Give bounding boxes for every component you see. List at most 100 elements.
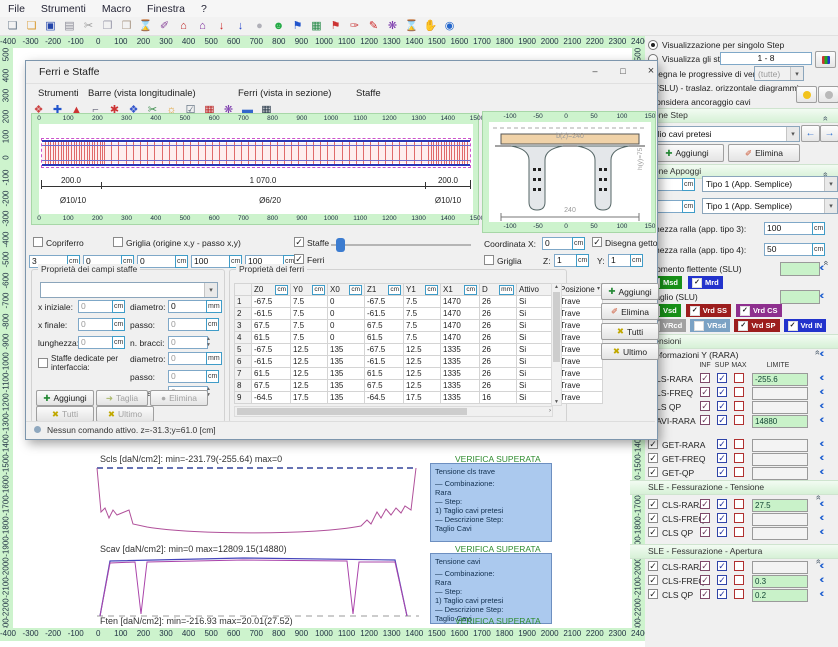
cell[interactable]: 12.5 xyxy=(291,368,328,380)
prev-icon[interactable]: ‹ xyxy=(819,512,825,525)
menu-finestra[interactable]: Finestra xyxy=(139,3,193,15)
cell[interactable]: 7.5 xyxy=(291,296,328,308)
table-row[interactable]: 1-67.57.50-67.57.5147026SiTrave xyxy=(235,296,603,308)
scroll-up-icon[interactable]: ▲ xyxy=(552,284,561,290)
limit-checkbox[interactable]: ✓ xyxy=(717,453,727,463)
appoggio1-type-select[interactable]: Tipo 1 (App. Semplice)▾ xyxy=(702,176,838,192)
limit-value-input[interactable] xyxy=(752,453,808,466)
staffe-tutti-button[interactable]: ✖Tutti xyxy=(36,406,94,422)
prev-icon[interactable]: ‹ xyxy=(819,372,825,385)
limit-checkbox[interactable]: ✓ xyxy=(700,387,710,397)
cell[interactable]: Trave xyxy=(558,308,603,320)
cell[interactable]: 1335 xyxy=(441,356,480,368)
ferri-tutti-button[interactable]: ✖Tutti xyxy=(601,323,659,340)
row-number[interactable]: 8 xyxy=(235,380,252,392)
cell[interactable]: Trave xyxy=(558,368,603,380)
staffe-aggiungi-button[interactable]: ✚Aggiungi xyxy=(36,390,94,406)
limit-checkbox[interactable]: ✓ xyxy=(717,387,727,397)
enable-checkbox[interactable]: ✓ xyxy=(648,467,658,477)
prev-icon[interactable]: ‹ xyxy=(819,348,825,361)
dialog-menu-staffe[interactable]: Staffe xyxy=(356,88,381,99)
limit-value-input[interactable]: 14880 xyxy=(752,415,808,428)
staffe-checkbox[interactable]: ✓ xyxy=(294,237,304,247)
cell[interactable]: 1470 xyxy=(441,320,480,332)
cell[interactable]: 0 xyxy=(328,296,365,308)
lamp-off-button[interactable] xyxy=(818,86,838,103)
cell[interactable]: 7.5 xyxy=(291,320,328,332)
limit-checkbox[interactable]: ✓ xyxy=(700,373,710,383)
limit-value-input[interactable] xyxy=(752,561,808,574)
limit-checkbox[interactable]: ✓ xyxy=(717,415,727,425)
gear-icon[interactable]: ❋ xyxy=(384,19,401,34)
row-number[interactable]: 3 xyxy=(235,320,252,332)
table-row[interactable]: 9-64.517.5135-64.517.5133516SiTrave xyxy=(235,392,603,404)
appoggio2-type-select[interactable]: Tipo 1 (App. Semplice)▾ xyxy=(702,198,838,214)
enable-checkbox[interactable]: ✓ xyxy=(648,575,658,585)
cell[interactable]: 0 xyxy=(328,332,365,344)
cell[interactable]: 12.5 xyxy=(404,368,441,380)
column-header[interactable]: Dmm xyxy=(480,284,517,296)
cell[interactable]: -64.5 xyxy=(252,392,291,404)
chip-vrd-cs[interactable]: ✓Vrd CS xyxy=(736,304,782,317)
limit-checkbox[interactable]: ✓ xyxy=(717,575,727,585)
limit-checkbox[interactable]: ✓ xyxy=(700,513,710,523)
cell[interactable]: 1335 xyxy=(441,368,480,380)
limit-checkbox[interactable] xyxy=(734,373,744,383)
griglia-passox-input[interactable]: 100 xyxy=(191,255,231,268)
hammer-blue-icon[interactable]: ⚑ xyxy=(289,19,306,34)
cell[interactable]: 7.5 xyxy=(404,320,441,332)
cell[interactable]: 12.5 xyxy=(291,380,328,392)
limit-checkbox[interactable]: ✓ xyxy=(717,527,727,537)
staffe-taglia-button[interactable]: ➜Taglia xyxy=(96,390,148,406)
momento-prev-icon[interactable]: ‹ xyxy=(819,262,825,275)
dialog-titlebar[interactable]: Ferri e Staffe – □ × xyxy=(26,61,657,84)
section-header[interactable]: Tensioni« xyxy=(630,334,838,349)
chip-vrd-sp[interactable]: ✓Vrd SP xyxy=(734,319,779,332)
brush-icon[interactable]: ✑ xyxy=(346,19,363,34)
limit-checkbox[interactable] xyxy=(734,415,744,425)
limit-value-input[interactable] xyxy=(752,513,808,526)
radio-single-step[interactable] xyxy=(648,40,658,50)
cell[interactable]: 67.5 xyxy=(252,380,291,392)
cell[interactable]: Trave xyxy=(558,332,603,344)
momento-value-input[interactable] xyxy=(780,262,820,276)
scroll-down-icon[interactable]: ▼ xyxy=(552,399,561,405)
column-header[interactable]: Z1cm xyxy=(365,284,404,296)
limit-value-input[interactable] xyxy=(752,467,808,480)
cell[interactable]: 7.5 xyxy=(291,308,328,320)
longview-canvas[interactable]: 200.0 1 070.0 200.0 Ø10/10 Ø6/20 Ø10/10 xyxy=(39,124,473,214)
limit-checkbox[interactable]: ✓ xyxy=(717,373,727,383)
staffe-elimina-button[interactable]: ●Elimina xyxy=(150,390,208,406)
ferri-aggiungi-button[interactable]: ✚Aggiungi xyxy=(601,283,659,300)
menu-file[interactable]: File xyxy=(0,3,33,15)
cell[interactable]: -67.5 xyxy=(365,296,404,308)
wand-icon[interactable]: ✐ xyxy=(156,19,173,34)
table-row[interactable]: 867.512.513567.512.5133526SiTrave xyxy=(235,380,603,392)
cell[interactable]: 26 xyxy=(480,296,517,308)
limit-value-input[interactable]: 0.3 xyxy=(752,575,808,588)
cell[interactable]: 1470 xyxy=(441,308,480,320)
save-icon[interactable]: ▣ xyxy=(42,19,59,34)
enable-checkbox[interactable]: ✓ xyxy=(648,561,658,571)
limit-checkbox[interactable]: ✓ xyxy=(717,467,727,477)
column-header[interactable]: Y1cm xyxy=(404,284,441,296)
limit-checkbox[interactable]: ✓ xyxy=(700,589,710,599)
steps-range-input[interactable]: 1 - 8 xyxy=(720,52,812,65)
x-iniziale-input[interactable]: 0 xyxy=(78,300,114,313)
cell[interactable]: 26 xyxy=(480,344,517,356)
user-icon[interactable]: ☻ xyxy=(270,19,287,34)
staffe-field-select[interactable]: ▾ xyxy=(40,282,218,298)
cell[interactable]: 61.5 xyxy=(365,332,404,344)
cell[interactable]: -67.5 xyxy=(252,344,291,356)
cell[interactable]: 12.5 xyxy=(291,356,328,368)
new-document-icon[interactable]: ❏ xyxy=(4,19,21,34)
hammer-red-icon[interactable]: ⚑ xyxy=(327,19,344,34)
step-add-button[interactable]: ✚Aggiungi xyxy=(650,144,724,162)
column-header[interactable]: X1cm xyxy=(441,284,480,296)
dialog-menu-strumenti[interactable]: Strumenti xyxy=(38,88,79,99)
enable-checkbox[interactable]: ✓ xyxy=(648,453,658,463)
section-header[interactable]: SLE - Fessurazione - Tensione« xyxy=(630,480,838,495)
limit-value-input[interactable] xyxy=(752,527,808,540)
print-icon[interactable]: ▤ xyxy=(61,19,78,34)
maximize-button[interactable]: □ xyxy=(612,64,634,79)
